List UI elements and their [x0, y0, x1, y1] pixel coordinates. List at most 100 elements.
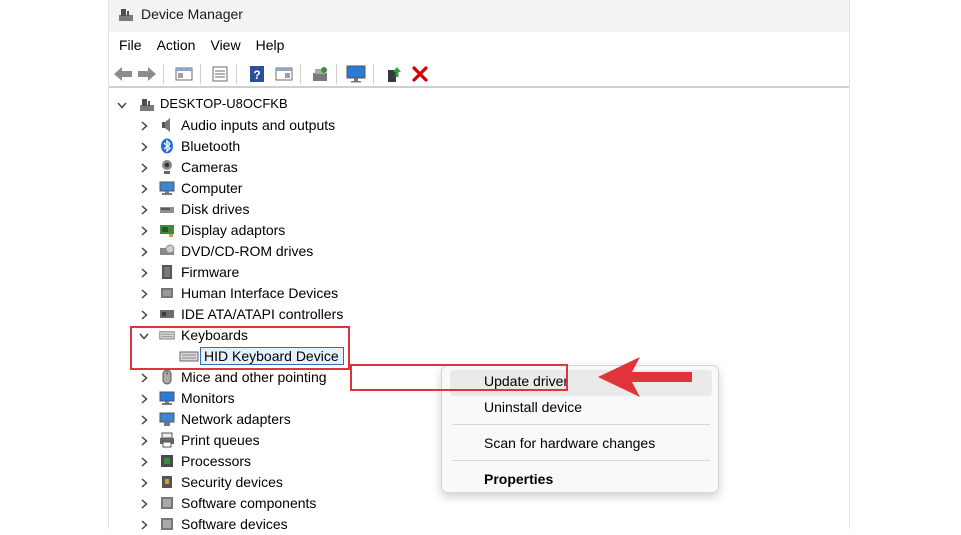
tree-node-label: Mice and other pointing: [181, 369, 327, 385]
tree-node[interactable]: Computer: [109, 178, 509, 199]
tree-node-label: IDE ATA/ATAPI controllers: [181, 306, 344, 322]
chevron-right-icon[interactable]: [139, 373, 149, 383]
monitor-button[interactable]: [345, 63, 367, 85]
tree-node[interactable]: Bluetooth: [109, 136, 509, 157]
computer-icon: [140, 99, 154, 111]
chevron-right-icon[interactable]: [139, 415, 149, 425]
tree-node-label: DVD/CD-ROM drives: [181, 243, 314, 259]
chevron-right-icon[interactable]: [139, 121, 149, 131]
tree-root[interactable]: DESKTOP-U8OCFKB: [109, 94, 509, 115]
menu-view[interactable]: View: [210, 37, 240, 53]
update-driver-icon: [388, 67, 401, 82]
chevron-down-icon[interactable]: [117, 100, 127, 110]
tree-node[interactable]: IDE ATA/ATAPI controllers: [109, 304, 509, 325]
uninstall-device-menu-item[interactable]: Uninstall device: [484, 399, 582, 415]
back-button[interactable]: [112, 63, 134, 85]
chevron-right-icon[interactable]: [139, 436, 149, 446]
device-manager-window: Device Manager File Action View Help ? D…: [108, 0, 850, 532]
action-pane-icon: [275, 67, 293, 81]
security-device-icon: [162, 476, 172, 488]
dvd-drive-icon: [160, 244, 175, 255]
menu-action[interactable]: Action: [157, 37, 196, 53]
chevron-right-icon[interactable]: [139, 394, 149, 404]
uninstall-icon: [412, 66, 428, 82]
keyboards-highlight-box: [130, 326, 350, 370]
software-device-icon: [161, 518, 173, 530]
chevron-right-icon[interactable]: [139, 205, 149, 215]
forward-icon: [138, 67, 156, 81]
firmware-icon: [162, 265, 172, 279]
tree-node[interactable]: Software devices: [109, 514, 509, 535]
toolbar-separator: [200, 64, 201, 84]
update-driver-button[interactable]: [383, 63, 405, 85]
tree-node-label: Security devices: [181, 474, 283, 490]
ide-controller-icon: [160, 310, 174, 318]
monitor-icon: [159, 391, 175, 405]
properties-pane-icon: [175, 67, 193, 81]
chevron-right-icon[interactable]: [139, 478, 149, 488]
tree-node-label: Computer: [181, 180, 243, 196]
chevron-right-icon[interactable]: [139, 457, 149, 467]
processor-icon: [161, 455, 173, 467]
network-adapter-icon: [159, 412, 175, 426]
tree-node-label: Display adaptors: [181, 222, 286, 238]
context-menu-separator: [452, 460, 710, 461]
scan-hardware-button[interactable]: [309, 63, 331, 85]
chevron-right-icon[interactable]: [139, 247, 149, 257]
tree-node[interactable]: Software components: [109, 493, 509, 514]
camera-icon: [162, 160, 172, 174]
window-title: Device Manager: [141, 6, 243, 22]
menu-file[interactable]: File: [119, 37, 142, 53]
pointer-arrow-icon: [598, 357, 692, 397]
toolbar-separator: [163, 64, 164, 84]
tree-node-label: Monitors: [181, 390, 235, 406]
device-manager-icon: [119, 9, 133, 21]
properties-pane-button[interactable]: [173, 63, 195, 85]
printer-icon: [160, 432, 174, 448]
display-adaptor-icon: [160, 225, 174, 237]
menu-help[interactable]: Help: [256, 37, 285, 53]
chevron-right-icon[interactable]: [139, 163, 149, 173]
chevron-right-icon[interactable]: [139, 142, 149, 152]
tree-node[interactable]: Human Interface Devices: [109, 283, 509, 304]
action-pane-button[interactable]: [273, 63, 295, 85]
chevron-right-icon[interactable]: [139, 226, 149, 236]
context-menu-separator: [452, 424, 710, 425]
toolbar-separator: [236, 64, 237, 84]
help-icon: ?: [250, 66, 264, 82]
mouse-icon: [162, 369, 172, 385]
details-icon: [212, 66, 228, 82]
uninstall-button[interactable]: [409, 63, 431, 85]
disk-drive-icon: [160, 207, 174, 213]
chevron-right-icon[interactable]: [139, 184, 149, 194]
tree-node[interactable]: Firmware: [109, 262, 509, 283]
tree-node-label: Software components: [181, 495, 317, 511]
toolbar: ?: [109, 60, 849, 88]
bluetooth-icon: [161, 138, 173, 154]
tree-node-label: Software devices: [181, 516, 288, 532]
tree-node[interactable]: Cameras: [109, 157, 509, 178]
chevron-right-icon[interactable]: [139, 268, 149, 278]
tree-node-label: Print queues: [181, 432, 260, 448]
scan-icon: [313, 67, 327, 81]
chevron-right-icon[interactable]: [139, 289, 149, 299]
hid-icon: [161, 288, 173, 298]
forward-button[interactable]: [136, 63, 158, 85]
svg-text:?: ?: [253, 68, 260, 82]
properties-menu-item[interactable]: Properties: [484, 471, 553, 487]
toolbar-separator: [300, 64, 301, 84]
tree-node[interactable]: Disk drives: [109, 199, 509, 220]
toolbar-separator: [336, 64, 337, 84]
back-icon: [114, 67, 132, 81]
tree-node-label: Audio inputs and outputs: [181, 117, 336, 133]
tree-node[interactable]: Audio inputs and outputs: [109, 115, 509, 136]
tree-node[interactable]: Display adaptors: [109, 220, 509, 241]
help-button[interactable]: ?: [246, 63, 268, 85]
chevron-right-icon[interactable]: [139, 310, 149, 320]
scan-hardware-menu-item[interactable]: Scan for hardware changes: [484, 435, 655, 451]
details-button[interactable]: [209, 63, 231, 85]
chevron-right-icon[interactable]: [139, 499, 149, 509]
tree-node[interactable]: DVD/CD-ROM drives: [109, 241, 509, 262]
tree-node-label: Disk drives: [181, 201, 250, 217]
software-component-icon: [161, 497, 173, 509]
